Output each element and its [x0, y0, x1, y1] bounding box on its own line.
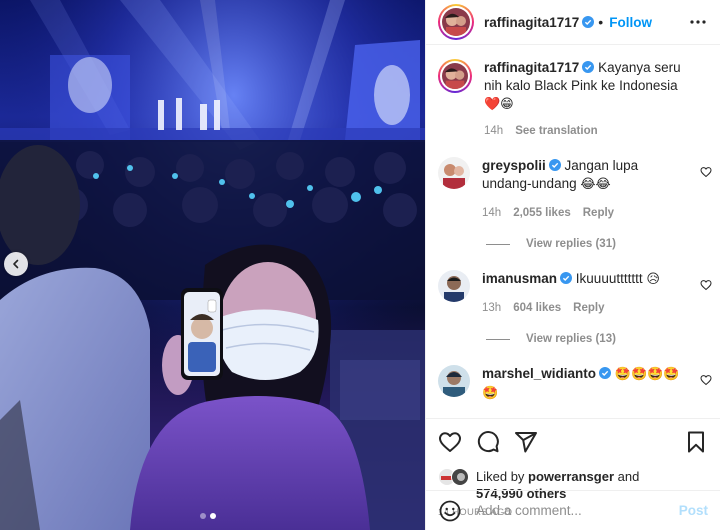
caption-time[interactable]: 14h	[484, 122, 503, 140]
liked-by-prefix: Liked by	[476, 469, 525, 484]
carousel-dot	[200, 513, 206, 519]
more-icon	[690, 20, 706, 24]
comment-like-heart-icon[interactable]	[700, 278, 712, 291]
liked-by-and: and	[617, 469, 640, 484]
comment-username[interactable]: marshel_widianto	[482, 366, 596, 381]
commenter-avatar[interactable]	[438, 157, 470, 189]
caption-emoji: ❤️😁	[484, 97, 514, 112]
verified-badge-icon	[582, 61, 595, 73]
view-replies-label: View replies (13)	[526, 333, 616, 345]
view-replies-button[interactable]: View replies (31)	[486, 238, 708, 250]
post-side-panel: raffinagita1717 • Follow raffinagita1717…	[425, 0, 720, 530]
liker-avatars	[438, 468, 472, 488]
caption-username[interactable]: raffinagita1717	[484, 60, 579, 75]
liked-by-user[interactable]: powerransger	[528, 469, 614, 484]
comment-time[interactable]: 14h	[482, 204, 501, 222]
replies-divider-line	[486, 243, 510, 245]
verified-badge-icon	[599, 367, 612, 379]
view-replies-button[interactable]: View replies (13)	[486, 333, 708, 345]
comment-text: Ikuuuuttttttt	[575, 271, 643, 286]
view-replies-label: View replies (31)	[526, 238, 616, 250]
comment-username[interactable]: imanusman	[482, 271, 557, 286]
post-comment-button[interactable]: Post	[679, 503, 708, 518]
carousel-prev-button[interactable]	[4, 252, 28, 276]
verified-badge-icon	[560, 272, 573, 284]
comment-likes[interactable]: 604 likes	[513, 299, 561, 317]
caption-avatar	[442, 63, 468, 89]
comment-emoji: 😥	[646, 272, 660, 287]
author-avatar	[442, 8, 470, 36]
comment-icon[interactable]	[476, 430, 500, 454]
carousel-indicator	[200, 513, 216, 519]
comments-list[interactable]: raffinagita1717 Kayanya seru nih kalo Bl…	[426, 45, 720, 418]
carousel-dot-active	[210, 513, 216, 519]
replies-divider-line	[486, 338, 510, 340]
action-icons	[438, 422, 708, 462]
post-media[interactable]	[0, 0, 425, 530]
heart-icon[interactable]	[438, 430, 462, 454]
bookmark-icon[interactable]	[684, 430, 708, 454]
concert-photo	[0, 0, 425, 530]
caption: raffinagita1717 Kayanya seru nih kalo Bl…	[438, 59, 708, 140]
header-separator: •	[598, 14, 604, 30]
comment-username[interactable]: greyspolii	[482, 158, 546, 173]
verified-badge-icon	[582, 16, 595, 28]
comment-emoji: 😂😂	[580, 177, 611, 192]
comment-like-heart-icon[interactable]	[700, 373, 712, 386]
see-translation-button[interactable]: See translation	[515, 122, 597, 140]
comment-time[interactable]: 13h	[482, 299, 501, 317]
author-username[interactable]: raffinagita1717	[484, 15, 579, 30]
instagram-post-view: raffinagita1717 • Follow raffinagita1717…	[0, 0, 720, 530]
more-options-button[interactable]	[686, 10, 710, 34]
commenter-avatar[interactable]	[438, 270, 470, 302]
add-comment-bar: Post	[426, 490, 720, 530]
commenter-avatar[interactable]	[438, 365, 470, 397]
share-icon[interactable]	[514, 430, 538, 454]
liker-avatar[interactable]	[451, 468, 469, 486]
comment-likes[interactable]: 2,055 likes	[513, 204, 571, 222]
reply-button[interactable]: Reply	[583, 204, 614, 222]
comment-item: imanusman Ikuuuuttttttt 😥 13h 604 likes …	[438, 270, 712, 317]
story-ring[interactable]	[438, 4, 474, 40]
chevron-left-icon	[11, 259, 21, 269]
comment-item: marshel_widianto 🤩🤩🤩🤩🤩	[438, 365, 712, 403]
comment-like-heart-icon[interactable]	[700, 165, 712, 178]
verified-badge-icon	[548, 159, 561, 171]
add-comment-input[interactable]	[476, 503, 671, 518]
caption-story-ring[interactable]	[438, 59, 472, 93]
comment-item: greyspolii Jangan lupa undang-undang 😂😂 …	[438, 157, 712, 222]
emoji-smile-icon[interactable]	[438, 499, 462, 523]
reply-button[interactable]: Reply	[573, 299, 604, 317]
follow-button[interactable]: Follow	[609, 15, 652, 30]
post-header: raffinagita1717 • Follow	[426, 0, 720, 45]
